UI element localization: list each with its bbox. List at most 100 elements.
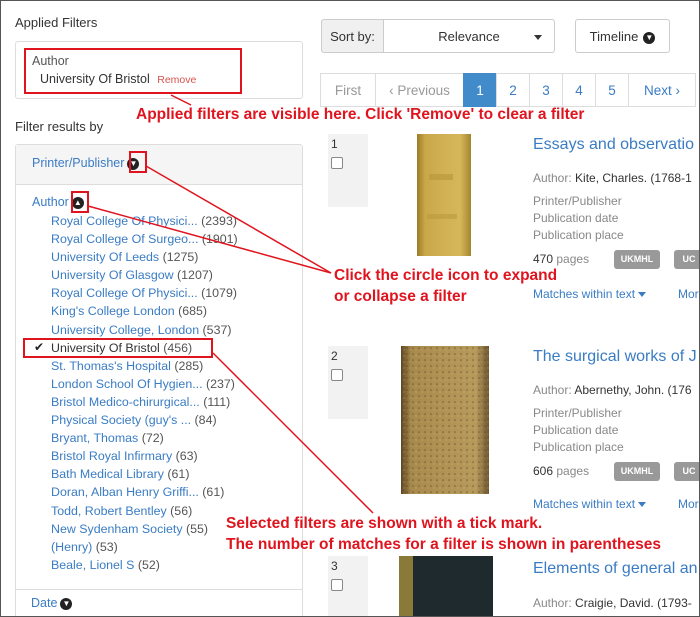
author-facet-item[interactable]: Bath Medical Library (61) bbox=[51, 465, 238, 483]
author-facet-item[interactable]: (Henry) (53) bbox=[51, 538, 238, 556]
author-facet-name[interactable]: Bryant, Thomas bbox=[51, 429, 138, 447]
author-facet-name[interactable]: Bath Medical Library bbox=[51, 465, 164, 483]
timeline-button[interactable]: Timeline ▼ bbox=[575, 19, 670, 53]
book-thumbnail[interactable] bbox=[369, 346, 499, 496]
author-facet-name[interactable]: Doran, Alban Henry Griffi... bbox=[51, 483, 199, 501]
facet-printer-publisher-label[interactable]: Printer/Publisher ▼ bbox=[32, 156, 140, 170]
author-facet-name[interactable]: University Of Glasgow bbox=[51, 266, 174, 284]
facet-date[interactable]: Date ▼ bbox=[15, 589, 303, 616]
author-facet-name[interactable]: University Of Leeds bbox=[51, 248, 159, 266]
author-facet-item[interactable]: New Sydenham Society (55) bbox=[51, 520, 238, 538]
page-first[interactable]: First bbox=[320, 73, 376, 107]
result-checkbox[interactable] bbox=[331, 157, 343, 169]
author-label: Author: bbox=[533, 171, 572, 185]
author-facet-name[interactable]: Todd, Robert Bentley bbox=[51, 502, 167, 520]
result-place-label: Publication place bbox=[533, 228, 624, 242]
result-title-link[interactable]: Essays and observatio bbox=[533, 136, 694, 154]
author-facet-name[interactable]: London School Of Hygien... bbox=[51, 375, 203, 393]
result-date-label: Publication date bbox=[533, 211, 619, 225]
result-title-link[interactable]: The surgical works of J bbox=[533, 348, 697, 366]
author-facet-name[interactable]: (Henry) bbox=[51, 538, 92, 556]
page-previous[interactable]: ‹ Previous bbox=[375, 73, 464, 107]
result-checkbox[interactable] bbox=[331, 369, 343, 381]
author-facet-item[interactable]: University Of Leeds (1275) bbox=[51, 248, 238, 266]
sort-select-value: Relevance bbox=[438, 29, 500, 44]
page-5[interactable]: 5 bbox=[595, 73, 629, 107]
author-facet-item[interactable]: Doran, Alban Henry Griffi... (61) bbox=[51, 483, 238, 501]
author-facet-item[interactable]: Royal College Of Physici... (2393) bbox=[51, 212, 238, 230]
result-pages: 606 pages bbox=[533, 464, 589, 478]
pages-count: 606 bbox=[533, 464, 554, 478]
author-facet-count: (55) bbox=[186, 521, 209, 536]
facet-date-label[interactable]: Date ▼ bbox=[31, 596, 73, 610]
highlight-applied-filter bbox=[24, 48, 242, 94]
author-facet-count: (52) bbox=[137, 557, 160, 572]
author-facet-count: (685) bbox=[178, 304, 208, 319]
sort-select[interactable]: Relevance bbox=[383, 19, 555, 53]
author-facet-item[interactable]: University College, London (537) bbox=[51, 321, 238, 339]
page-4[interactable]: 4 bbox=[562, 73, 596, 107]
book-cover-image bbox=[417, 134, 471, 256]
author-facet-name[interactable]: Royal College Of Physici... bbox=[51, 212, 198, 230]
expand-circle-icon[interactable]: ▼ bbox=[60, 597, 73, 610]
highlight-collapse-icon bbox=[71, 191, 89, 213]
more-link[interactable]: Mor bbox=[678, 497, 699, 511]
result-number: 2 bbox=[331, 349, 338, 363]
author-facet-name[interactable]: Bristol Medico-chirurgical... bbox=[51, 393, 200, 411]
author-facet-name[interactable]: Beale, Lionel S bbox=[51, 556, 134, 574]
author-facet-item[interactable]: King's College London (685) bbox=[51, 302, 238, 320]
author-facet-name[interactable]: Royal College Of Physici... bbox=[51, 284, 198, 302]
result-number: 3 bbox=[331, 559, 338, 573]
collection-badge[interactable]: UKMHL bbox=[614, 462, 660, 481]
collection-badge[interactable]: UKMHL bbox=[614, 250, 660, 269]
filter-results-heading: Filter results by bbox=[15, 119, 104, 134]
matches-within-text-link[interactable]: Matches within text bbox=[533, 287, 647, 301]
author-facet-name[interactable]: St. Thomas's Hospital bbox=[51, 357, 171, 375]
page-1[interactable]: 1 bbox=[463, 73, 497, 107]
dropdown-caret-icon bbox=[638, 292, 647, 298]
highlight-selected-filter bbox=[23, 338, 213, 358]
author-facet-count: (72) bbox=[141, 431, 164, 446]
author-facet-item[interactable]: St. Thomas's Hospital (285) bbox=[51, 357, 238, 375]
author-facet-item[interactable]: University Of Glasgow (1207) bbox=[51, 266, 238, 284]
author-facet-item[interactable]: Physical Society (guy's ... (84) bbox=[51, 411, 238, 429]
dropdown-caret-icon bbox=[534, 35, 542, 40]
author-facet-item[interactable]: Royal College Of Surgeo... (1901) bbox=[51, 230, 238, 248]
page-2[interactable]: 2 bbox=[496, 73, 530, 107]
page-next[interactable]: Next › bbox=[628, 73, 696, 107]
book-thumbnail[interactable] bbox=[369, 134, 499, 256]
author-facet-item[interactable]: Royal College Of Physici... (1079) bbox=[51, 284, 238, 302]
result-item: 3 Elements of general an Author: Craigie… bbox=[321, 556, 699, 616]
author-facet-name[interactable]: King's College London bbox=[51, 302, 175, 320]
pagination: First ‹ Previous 1 2 3 4 5 Next › bbox=[320, 73, 696, 107]
author-facet-item[interactable]: London School Of Hygien... (237) bbox=[51, 375, 238, 393]
annotation-selected-line1: Selected filters are shown with a tick m… bbox=[226, 515, 543, 532]
result-checkbox[interactable] bbox=[331, 579, 343, 591]
result-title-link[interactable]: Elements of general an bbox=[533, 560, 698, 578]
facet-printer-publisher[interactable]: Printer/Publisher ▼ bbox=[16, 145, 302, 185]
author-facet-name[interactable]: University College, London bbox=[51, 321, 199, 339]
author-facet-count: (537) bbox=[202, 322, 232, 337]
more-link[interactable]: Mor bbox=[678, 287, 699, 301]
author-facet-name[interactable]: Bristol Royal Infirmary bbox=[51, 447, 172, 465]
page-3[interactable]: 3 bbox=[529, 73, 563, 107]
pages-count: 470 bbox=[533, 252, 554, 266]
matches-within-text-link[interactable]: Matches within text bbox=[533, 497, 647, 511]
author-facet-item[interactable]: Bryant, Thomas (72) bbox=[51, 429, 238, 447]
author-facet-name[interactable]: Physical Society (guy's ... bbox=[51, 411, 191, 429]
author-facet-item[interactable]: Beale, Lionel S (52) bbox=[51, 556, 238, 574]
result-printer-label: Printer/Publisher bbox=[533, 406, 622, 420]
author-facet-item[interactable]: Bristol Medico-chirurgical... (111) bbox=[51, 393, 238, 411]
result-author: Author: Abernethy, John. (176 bbox=[533, 383, 692, 397]
author-facet-count: (1207) bbox=[177, 268, 213, 283]
author-facet-item[interactable]: Bristol Royal Infirmary (63) bbox=[51, 447, 238, 465]
facet-date-text: Date bbox=[31, 596, 58, 610]
author-facet-name[interactable]: New Sydenham Society bbox=[51, 520, 183, 538]
author-facet-name[interactable]: Royal College Of Surgeo... bbox=[51, 230, 198, 248]
author-facet-count: (1901) bbox=[201, 232, 238, 247]
author-facet-item[interactable]: Todd, Robert Bentley (56) bbox=[51, 502, 238, 520]
collection-badge[interactable]: UC bbox=[674, 250, 699, 269]
collection-badge[interactable]: UC bbox=[674, 462, 699, 481]
author-facet-count: (84) bbox=[194, 413, 217, 428]
book-thumbnail[interactable] bbox=[369, 556, 499, 616]
